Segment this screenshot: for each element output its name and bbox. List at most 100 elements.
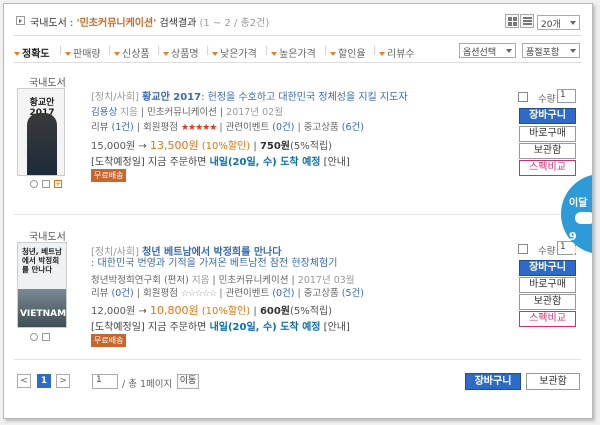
sort-arrow-icon — [271, 52, 277, 56]
page-number-input[interactable]: 1 — [92, 374, 118, 389]
rating-label: 회원평점 — [142, 122, 178, 133]
wishlist-button[interactable]: 보관함 — [519, 294, 576, 310]
section-label: 국내도서 : — [30, 18, 74, 29]
banner-text: 이달 — [569, 198, 588, 209]
sort-arrow-icon — [14, 52, 20, 56]
sale-price: 13,500원 — [149, 139, 199, 152]
sort-tab-label: 판매량 — [73, 49, 101, 60]
sort-tab-new[interactable]: 신상품 — [114, 45, 150, 60]
section-arrow-icon — [16, 16, 25, 25]
review-count[interactable]: (0건) — [112, 288, 134, 299]
sort-tab-discount[interactable]: 할인율 — [330, 45, 366, 60]
add-icon[interactable]: + — [54, 180, 62, 188]
rating-stars: ★★★★★ — [180, 123, 217, 133]
points-rate: (5%적립) — [290, 141, 333, 152]
used-count[interactable]: (5건) — [342, 288, 364, 299]
sale-price: 10,800원 — [149, 304, 199, 317]
stock-select[interactable]: 품절포함 — [522, 43, 580, 58]
item-publisher[interactable]: 민초커뮤니케이션 — [147, 107, 217, 118]
review-label: 리뷰 — [91, 288, 109, 299]
zoom-icon[interactable] — [30, 180, 38, 188]
delivery-guide-link[interactable]: [안내] — [324, 322, 350, 333]
spec-compare-button[interactable]: 스펙비교 — [519, 160, 576, 176]
event-label: 관련이벤트 — [225, 122, 270, 133]
item-checkbox[interactable] — [518, 92, 528, 102]
zoom-icon[interactable] — [30, 333, 38, 341]
item-review-row: 리뷰 (1건) | 회원평점 ★★★★★ | 관련이벤트 (0건) | 중고상품… — [91, 122, 364, 133]
sort-tab-sales[interactable]: 판매량 — [65, 45, 101, 60]
used-count[interactable]: (6건) — [342, 122, 364, 133]
total-pages-text: / 총 1페이지 — [122, 379, 173, 390]
item-price-row: 12,000원 → 10,800원 (10%할인) | 600원(5%적립) — [91, 304, 333, 317]
sort-arrow-icon — [379, 52, 385, 56]
item-title-row[interactable]: [정치/사회] 청년 베트남에서 박정희를 만나다 — [91, 243, 281, 258]
item-genre: [정치/사회] — [91, 92, 139, 103]
sort-tab-high-price[interactable]: 높은가격 — [271, 45, 316, 60]
banner-text-2: 투 — [569, 247, 579, 258]
review-count[interactable]: (1건) — [112, 122, 134, 133]
item-checkbox[interactable] — [518, 244, 528, 254]
sort-tab-low-price[interactable]: 낮은가격 — [212, 45, 257, 60]
add-to-cart-button[interactable]: 장바구니 — [519, 108, 576, 124]
result-count: (1 ~ 2 / 총2건) — [199, 18, 270, 29]
item-meta-row: 청년박정희연구회 (편저) 지음 | 민초커뮤니케이션 | 2017년 03월 — [91, 275, 355, 286]
item-price-row: 15,000원 → 13,500원 (10%할인) | 750원(5%적립) — [91, 139, 333, 152]
sort-tab-label: 높은가격 — [279, 49, 316, 60]
go-page-button[interactable]: 이동 — [177, 374, 199, 389]
item-author[interactable]: 김용상 — [91, 107, 117, 118]
book-cover[interactable]: 황교안 2017 — [17, 88, 65, 176]
cover-subtitle: VIETNAM — [19, 309, 67, 319]
chevron-down-icon — [506, 49, 512, 53]
sort-tab-label: 신상품 — [122, 49, 150, 60]
current-page-button[interactable]: 1 — [37, 374, 51, 388]
option-select[interactable]: 옵션선택 — [459, 43, 516, 58]
chevron-down-icon — [570, 49, 576, 53]
sort-tab-label: 낮은가격 — [220, 49, 257, 60]
delivery-date: 내일(20일, 수) 도착 예정 — [209, 157, 321, 168]
delivery-tag: [도착예정일] — [91, 322, 145, 333]
result-label: 검색결과 — [159, 18, 197, 29]
book-cover[interactable]: 청년, 베트남에서 박정희를 만나다 VIETNAM — [17, 242, 67, 328]
price-arrow: → — [138, 306, 147, 317]
item-title[interactable]: 황교안 2017 — [142, 92, 201, 103]
buy-now-button[interactable]: 바로구매 — [519, 126, 576, 142]
points: 750원 — [259, 141, 291, 152]
sort-tab-label: 할인율 — [338, 49, 366, 60]
delivery-text: 지금 주문하면 — [148, 157, 207, 168]
rating-stars: ☆☆☆☆☆ — [180, 289, 217, 299]
free-shipping-badge: 무료배송 — [91, 169, 127, 182]
search-keyword: '민초커뮤니케이션' — [76, 18, 157, 29]
event-count[interactable]: (0건) — [272, 288, 294, 299]
used-label: 중고상품 — [303, 288, 339, 299]
bulk-wishlist-button[interactable]: 보관함 — [526, 373, 580, 390]
bulk-add-to-cart-button[interactable]: 장바구니 — [465, 373, 521, 390]
delivery-text: 지금 주문하면 — [148, 322, 207, 333]
list-view-icon[interactable] — [520, 14, 534, 28]
price-arrow: → — [138, 141, 147, 152]
per-page-select[interactable]: 20개 — [537, 15, 580, 30]
buy-now-button[interactable]: 바로구매 — [519, 277, 576, 293]
item-title-row[interactable]: [정치/사회] 황교안 2017: 헌정을 수호하고 대한민국 정체성을 지킬 … — [91, 88, 408, 103]
sort-arrow-icon — [212, 52, 218, 56]
item-category-label: 국내도서 — [29, 78, 66, 89]
free-shipping-badge: 무료배송 — [91, 334, 127, 347]
event-count[interactable]: (0건) — [272, 122, 294, 133]
option-select-value: 옵션선택 — [463, 48, 497, 58]
wishlist-button[interactable]: 보관함 — [519, 143, 576, 159]
next-page-button[interactable]: > — [56, 374, 70, 388]
prev-page-button[interactable]: < — [17, 374, 31, 388]
sort-tab-name[interactable]: 상품명 — [163, 45, 199, 60]
points: 600원 — [259, 306, 291, 317]
qty-input[interactable]: 1 — [557, 89, 576, 103]
item-subtitle: : 대한민국 번영과 기적을 가져온 베트남전 참전 현장체험기 — [91, 258, 338, 269]
sort-tab-label: 상품명 — [171, 49, 199, 60]
add-to-cart-button[interactable]: 장바구니 — [519, 260, 576, 276]
sort-tab-accuracy[interactable]: 정확도 — [14, 45, 50, 60]
spec-compare-button[interactable]: 스펙비교 — [519, 311, 576, 327]
item-date: 2017년 02월 — [226, 107, 283, 118]
preview-icon[interactable] — [42, 333, 50, 341]
grid-view-icon[interactable] — [505, 14, 519, 28]
preview-icon[interactable] — [42, 180, 50, 188]
sort-tab-reviews[interactable]: 리뷰수 — [379, 45, 415, 60]
delivery-guide-link[interactable]: [안내] — [324, 157, 350, 168]
